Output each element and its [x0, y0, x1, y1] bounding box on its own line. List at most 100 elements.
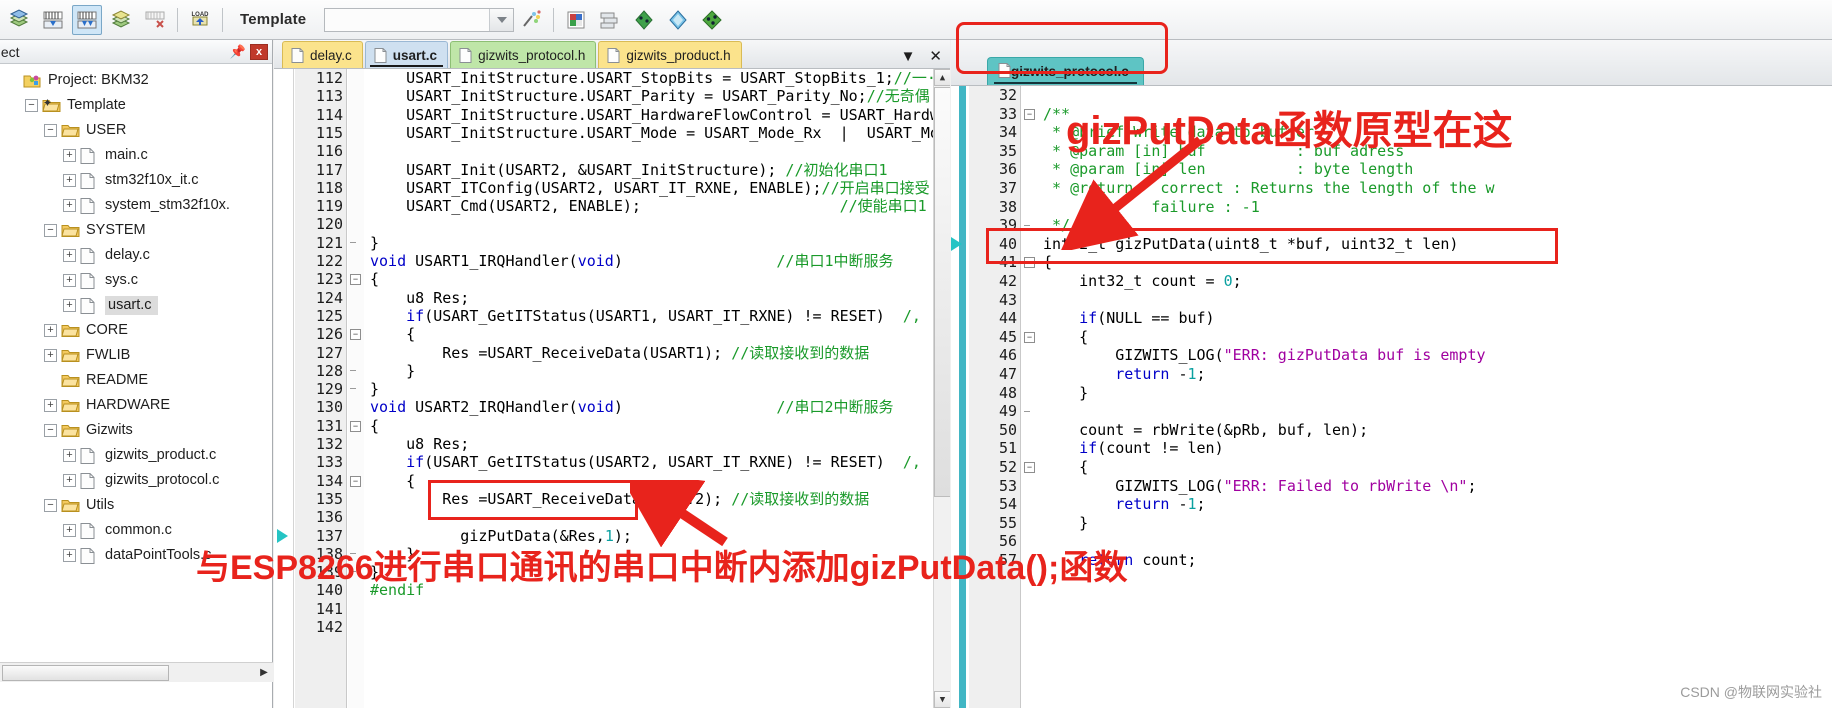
code-line[interactable]: 117 USART_Init(USART2, &USART_InitStruct… [274, 161, 933, 179]
tree-item[interactable]: − Utils [0, 493, 272, 518]
expand-toggle-icon[interactable]: + [44, 324, 57, 337]
collapse-toggle-icon[interactable]: − [44, 424, 57, 437]
code-line[interactable]: 56 [951, 532, 1832, 551]
tree-item[interactable]: + gizwits_protocol.c [0, 468, 272, 493]
code-line[interactable]: 55 } [951, 514, 1832, 533]
vscroll-down-arrow[interactable]: ▼ [934, 691, 950, 708]
vscroll-up-arrow[interactable]: ▲ [934, 69, 950, 86]
code-line[interactable]: 44 if(NULL == buf) [951, 309, 1832, 328]
editor-tabstrip-right[interactable]: gizwits_protocol.c [951, 40, 1832, 86]
build-target-icon[interactable] [4, 5, 34, 35]
stop-build-icon[interactable] [140, 5, 170, 35]
code-line[interactable]: 49 [951, 402, 1832, 421]
expand-toggle-icon[interactable]: + [63, 174, 76, 187]
collapse-toggle-icon[interactable]: − [44, 499, 57, 512]
tree-item[interactable]: + gizwits_product.c [0, 443, 272, 468]
code-line[interactable]: 43 [951, 291, 1832, 310]
code-line[interactable]: 127 Res =USART_ReceiveData(USART1); //读取… [274, 344, 933, 362]
collapse-toggle-icon[interactable]: − [25, 99, 38, 112]
chevron-down-icon[interactable] [489, 8, 514, 31]
code-line[interactable]: 113 USART_InitStructure.USART_Parity = U… [274, 87, 933, 105]
code-line[interactable]: 32 [951, 86, 1832, 105]
code-line[interactable]: 41−{ [951, 253, 1832, 272]
expand-toggle-icon[interactable]: + [63, 199, 76, 212]
target-select[interactable] [324, 7, 515, 32]
tree-item[interactable]: + usart.c [0, 293, 272, 318]
tree-item[interactable]: + FWLIB [0, 343, 272, 368]
fold-collapse-icon[interactable]: − [1024, 331, 1035, 343]
vscroll-thumb[interactable] [934, 87, 950, 497]
code-line[interactable]: 120 [274, 215, 933, 233]
code-line[interactable]: 57 return count; [951, 551, 1832, 570]
code-line[interactable]: 119 USART_Cmd(USART2, ENABLE); //使能串口1 [274, 197, 933, 215]
code-line[interactable]: 137 gizPutData(&Res,1); [274, 527, 933, 545]
expand-toggle-icon[interactable]: + [63, 524, 76, 537]
code-line[interactable]: 135 Res =USART_ReceiveData(USART2); //读取… [274, 490, 933, 508]
tree-item[interactable]: + main.c [0, 143, 272, 168]
tree-item[interactable]: + sys.c [0, 268, 272, 293]
expand-toggle-icon[interactable]: + [63, 149, 76, 162]
project-tree[interactable]: Project: BKM32− Template − USER + main.c + stm3… [0, 64, 272, 646]
tree-item[interactable]: − SYSTEM [0, 218, 272, 243]
expand-toggle-icon[interactable]: + [63, 299, 76, 312]
code-line[interactable]: 129} [274, 380, 933, 398]
tab-gizwits_protocol-h[interactable]: gizwits_protocol.h [450, 41, 597, 68]
code-line[interactable]: 141 [274, 600, 933, 618]
code-line[interactable]: 118 USART_ITConfig(USART2, USART_IT_RXNE… [274, 179, 933, 197]
code-lines-left[interactable]: 112 USART_InitStructure.USART_StopBits =… [274, 69, 948, 708]
code-line[interactable]: 121} [274, 234, 933, 252]
collapse-toggle-icon[interactable]: − [44, 224, 57, 237]
fold-collapse-icon[interactable]: − [1024, 108, 1035, 120]
code-line[interactable]: 131−{ [274, 417, 933, 435]
tree-item[interactable]: README [0, 368, 272, 393]
expand-toggle-icon[interactable]: + [63, 449, 76, 462]
expand-toggle-icon[interactable]: + [63, 549, 76, 562]
tab-list-icon[interactable]: ▼ [901, 49, 916, 64]
target-options-icon[interactable] [516, 5, 546, 35]
tree-item[interactable]: + stm32f10x_it.c [0, 168, 272, 193]
fold-collapse-icon[interactable]: − [350, 420, 361, 432]
code-line[interactable]: 126− { [274, 325, 933, 343]
tab-usart-c[interactable]: usart.c [364, 41, 449, 68]
code-line[interactable]: 48 } [951, 384, 1832, 403]
code-line[interactable]: 53 GIZWITS_LOG("ERR: Failed to rbWrite \… [951, 477, 1832, 496]
manage-components-icon[interactable] [561, 5, 591, 35]
fold-collapse-icon[interactable]: − [1024, 257, 1035, 269]
tab-gizwits_product-h[interactable]: gizwits_product.h [598, 41, 742, 68]
code-line[interactable]: 123−{ [274, 270, 933, 288]
code-line[interactable]: 45− { [951, 328, 1832, 347]
tree-item[interactable]: + dataPointTools.c [0, 543, 272, 568]
code-line[interactable]: 125 if(USART_GetITStatus(USART1, USART_I… [274, 307, 933, 325]
expand-toggle-icon[interactable]: + [44, 349, 57, 362]
tree-item[interactable]: + common.c [0, 518, 272, 543]
code-line[interactable]: 139} [274, 563, 933, 581]
tree-item[interactable]: + HARDWARE [0, 393, 272, 418]
configuration-wizard-icon[interactable] [629, 5, 659, 35]
fold-collapse-icon[interactable]: − [350, 329, 361, 341]
code-line[interactable]: 133 if(USART_GetITStatus(USART2, USART_I… [274, 453, 933, 471]
project-tree-hscrollbar[interactable]: ▶ [0, 662, 273, 682]
expand-toggle-icon[interactable]: + [63, 274, 76, 287]
code-line[interactable]: 115 USART_InitStructure.USART_Mode = USA… [274, 124, 948, 142]
tree-item[interactable]: − USER [0, 118, 272, 143]
code-line[interactable]: 52− { [951, 458, 1832, 477]
load-icon[interactable]: LOAD [185, 5, 215, 35]
hscroll-thumb[interactable] [2, 664, 169, 681]
fold-collapse-icon[interactable]: − [350, 475, 361, 487]
expand-toggle-icon[interactable]: + [63, 474, 76, 487]
tree-item[interactable]: − Template [0, 93, 272, 118]
manage-run-time-icon[interactable] [697, 5, 727, 35]
code-line[interactable]: 114 USART_InitStructure.USART_HardwareFl… [274, 106, 939, 124]
code-line[interactable]: 50 count = rbWrite(&pRb, buf, len); [951, 421, 1832, 440]
code-line[interactable]: 112 USART_InitStructure.USART_StopBits =… [274, 69, 936, 87]
code-line[interactable]: 54 return -1; [951, 495, 1832, 514]
editor-tabstrip-left[interactable]: delay.c usart.c gizwits_protocol.h gizwits_… [274, 40, 950, 69]
close-icon[interactable]: x [250, 43, 268, 60]
code-line[interactable]: 140 #endif [274, 581, 933, 599]
fold-collapse-icon[interactable]: − [350, 274, 361, 286]
code-line[interactable]: 51 if(count != len) [951, 439, 1832, 458]
pack-installer-icon[interactable] [663, 5, 693, 35]
code-line[interactable]: 128 } [274, 362, 933, 380]
tree-item[interactable]: − Gizwits [0, 418, 272, 443]
fold-collapse-icon[interactable]: − [1024, 462, 1035, 473]
